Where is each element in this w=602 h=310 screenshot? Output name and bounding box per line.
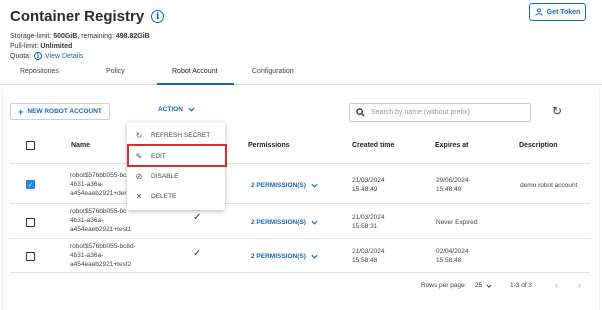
- get-token-button[interactable]: Get Token: [529, 3, 586, 21]
- column-header-permissions[interactable]: Permissions: [248, 142, 290, 149]
- description: demo robot account: [520, 182, 578, 189]
- chevron-down-icon: [188, 107, 195, 112]
- storage-limit-text: Storage-limit: 500GiB, remaining: 498.82…: [10, 33, 150, 40]
- tab-policy[interactable]: Policy: [106, 68, 125, 75]
- new-robot-account-button[interactable]: + NEW ROBOT ACCOUNT: [10, 103, 110, 120]
- plus-icon: +: [18, 106, 24, 117]
- divider: [10, 203, 590, 204]
- search-input[interactable]: Search by name (without prefix): [349, 103, 531, 122]
- refresh-icon[interactable]: ↻: [552, 104, 562, 118]
- block-icon: ⊘: [135, 171, 143, 181]
- column-header-name[interactable]: Name: [71, 142, 90, 149]
- refresh-icon: ↻: [135, 130, 143, 140]
- expires-at: 29/06/2024 15:48:49: [436, 177, 469, 193]
- enabled-check-icon: ✓: [193, 248, 202, 259]
- active-tab-indicator: [157, 83, 234, 85]
- row-checkbox[interactable]: [26, 252, 35, 261]
- enabled-check-icon: ✓: [193, 212, 202, 223]
- edit-highlight-box: [127, 144, 227, 167]
- created-time: 21/03/2024 15:58:31: [352, 214, 385, 230]
- search-icon: [356, 108, 365, 117]
- view-details-link[interactable]: View Details: [45, 53, 83, 60]
- info-icon: i: [34, 52, 43, 60]
- chevron-down-icon: [311, 220, 318, 225]
- chevron-down-icon: [486, 284, 492, 288]
- column-header-expires-at[interactable]: Expires at: [435, 142, 468, 149]
- action-dropdown-button[interactable]: ACTION: [158, 106, 195, 113]
- column-header-description[interactable]: Description: [519, 142, 558, 149]
- column-header-created-time[interactable]: Created time: [352, 142, 394, 149]
- select-all-checkbox[interactable]: [26, 141, 35, 150]
- pull-limit-text: Pull-limit: Unlimited: [10, 43, 73, 50]
- permissions-dropdown[interactable]: 2 PERMISSION(S): [251, 219, 318, 226]
- tab-repositories[interactable]: Repositories: [20, 68, 59, 75]
- robot-name[interactable]: robot$576bb055-bc 4b31-a36a- a454eaeb292…: [70, 207, 131, 234]
- close-icon: ✕: [135, 191, 143, 201]
- created-time: 21/03/2024 15:48:49: [352, 177, 385, 193]
- rows-per-page-select[interactable]: 25: [475, 282, 492, 289]
- menu-item-disable[interactable]: ⊘ DISABLE: [127, 167, 225, 185]
- chevron-right-icon[interactable]: ›: [578, 280, 581, 290]
- robot-account-panel: [2, 89, 600, 310]
- chevron-down-icon: [311, 254, 318, 259]
- pagination-range: 1-3 of 3: [510, 282, 533, 289]
- created-time: 21/03/2024 15:58:48: [352, 248, 385, 264]
- robot-name[interactable]: robot$576bb055-bc 4b31-a36a- a454eaeb292…: [70, 171, 127, 198]
- person-icon: [534, 8, 543, 16]
- robot-name[interactable]: robot$576bb055-bc8d- 4b31-a36a- a454eaeb…: [70, 242, 136, 269]
- tab-robot-account[interactable]: Robot Account: [172, 68, 218, 75]
- quota-row: Quota: i View Details: [10, 52, 84, 60]
- menu-item-refresh-secret[interactable]: ↻ REFRESH SECRET: [127, 126, 225, 144]
- expires-at: 02/04/2024 15:58:48: [436, 248, 469, 264]
- menu-item-delete[interactable]: ✕ DELETE: [127, 187, 225, 205]
- chevron-left-icon[interactable]: ‹: [555, 280, 558, 290]
- row-checkbox[interactable]: ✓: [26, 180, 35, 189]
- chevron-down-icon: [311, 183, 318, 188]
- tab-bar: Repositories Policy Robot Account Config…: [0, 63, 602, 85]
- divider: [10, 272, 590, 273]
- tab-configuration[interactable]: Configuration: [252, 68, 294, 75]
- divider: [10, 163, 590, 164]
- divider: [10, 238, 590, 239]
- info-icon[interactable]: i: [151, 10, 165, 23]
- page-title: Container Registry i: [10, 8, 165, 25]
- permissions-dropdown[interactable]: 2 PERMISSION(S): [251, 182, 318, 189]
- permissions-dropdown[interactable]: 2 PERMISSION(S): [251, 253, 318, 260]
- expires-at: Never Expired: [436, 219, 478, 226]
- rows-per-page-label: Rows per page:: [421, 282, 467, 289]
- row-checkbox[interactable]: [26, 218, 35, 227]
